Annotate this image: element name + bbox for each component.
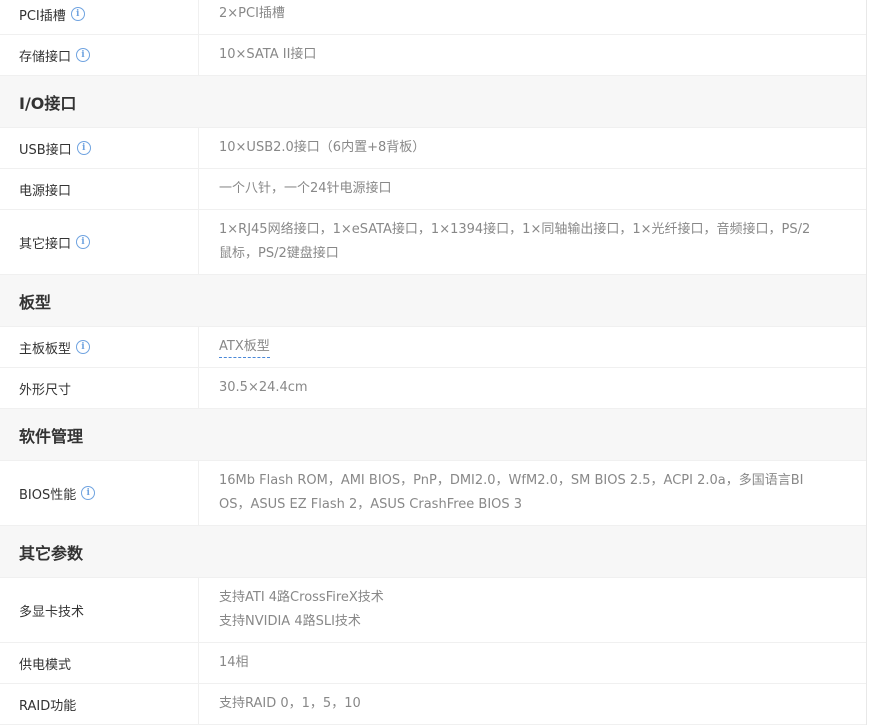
spec-row-pci-slots: PCI插槽 i 2×PCI插槽: [0, 0, 866, 35]
form-factor-link[interactable]: ATX板型: [219, 337, 270, 358]
spec-value: ATX板型: [199, 327, 866, 367]
spec-value-line: 支持ATI 4路CrossFireX技术: [219, 590, 384, 605]
spec-row-form-factor: 主板板型 i ATX板型: [0, 327, 866, 368]
spec-row-bios: BIOS性能 i 16Mb Flash ROM，AMI BIOS，PnP，DMI…: [0, 461, 866, 526]
spec-value-line: 16Mb Flash ROM，AMI BIOS，PnP，DMI2.0，WfM2.…: [219, 473, 804, 488]
spec-label: 电源接口: [0, 169, 199, 209]
spec-label: USB接口 i: [0, 128, 199, 168]
spec-label-text: RAID功能: [19, 698, 77, 714]
spec-row-raid: RAID功能 支持RAID 0，1，5，10: [0, 684, 866, 725]
spec-value-text: 2×PCI插槽: [219, 6, 285, 21]
info-icon[interactable]: i: [76, 235, 91, 249]
spec-label-text: 存储接口: [19, 49, 72, 65]
spec-row-power-phase: 供电模式 14相: [0, 643, 866, 684]
spec-value-text: 支持RAID 0，1，5，10: [219, 696, 361, 711]
spec-label-text: 主板板型: [19, 341, 72, 357]
spec-value: 1×RJ45网络接口，1×eSATA接口，1×1394接口，1×同轴输出接口，1…: [199, 210, 866, 274]
info-icon[interactable]: i: [70, 7, 85, 21]
section-header-other: 其它参数: [0, 526, 866, 578]
spec-label: 多显卡技术: [0, 578, 199, 642]
info-icon[interactable]: i: [76, 340, 91, 354]
spec-label-text: 电源接口: [19, 183, 72, 199]
spec-value-line: 1×RJ45网络接口，1×eSATA接口，1×1394接口，1×同轴输出接口，1…: [219, 222, 811, 237]
spec-label: PCI插槽 i: [0, 0, 199, 34]
spec-label: RAID功能: [0, 684, 199, 724]
info-icon[interactable]: i: [76, 48, 91, 62]
spec-label-text: 多显卡技术: [19, 604, 85, 620]
spec-row-dimensions: 外形尺寸 30.5×24.4cm: [0, 368, 866, 409]
spec-value-line: OS，ASUS EZ Flash 2，ASUS CrashFree BIOS 3: [219, 497, 523, 512]
spec-row-other-ports: 其它接口 i 1×RJ45网络接口，1×eSATA接口，1×1394接口，1×同…: [0, 210, 866, 275]
info-icon[interactable]: i: [76, 141, 91, 155]
spec-label: 主板板型 i: [0, 327, 199, 367]
spec-value-text: 10×SATA II接口: [219, 47, 317, 62]
spec-value-text: 30.5×24.4cm: [219, 380, 308, 395]
spec-value: 10×USB2.0接口（6内置+8背板）: [199, 128, 866, 168]
section-header-software: 软件管理: [0, 409, 866, 461]
spec-label-text: PCI插槽: [19, 8, 66, 24]
section-header-io: I/O接口: [0, 76, 866, 128]
spec-table: PCI插槽 i 2×PCI插槽 存储接口 i 10×SATA II接口 I/O接…: [0, 0, 867, 725]
spec-value: 支持ATI 4路CrossFireX技术 支持NVIDIA 4路SLI技术: [199, 578, 866, 642]
spec-value: 10×SATA II接口: [199, 35, 866, 75]
spec-value-line: 支持NVIDIA 4路SLI技术: [219, 614, 361, 629]
spec-value-text: 14相: [219, 655, 249, 670]
spec-row-usb: USB接口 i 10×USB2.0接口（6内置+8背板）: [0, 128, 866, 169]
spec-label: 外形尺寸: [0, 368, 199, 408]
spec-label: 存储接口 i: [0, 35, 199, 75]
spec-label-text: 供电模式: [19, 657, 72, 673]
spec-value: 一个八针，一个24针电源接口: [199, 169, 866, 209]
info-icon[interactable]: i: [81, 486, 96, 500]
spec-label: 供电模式: [0, 643, 199, 683]
spec-value: 2×PCI插槽: [199, 0, 866, 34]
spec-value: 支持RAID 0，1，5，10: [199, 684, 866, 724]
section-header-board: 板型: [0, 275, 866, 327]
spec-label-text: 外形尺寸: [19, 382, 72, 398]
spec-row-power-connector: 电源接口 一个八针，一个24针电源接口: [0, 169, 866, 210]
spec-label-text: USB接口: [19, 142, 72, 158]
spec-label-text: 其它接口: [19, 236, 72, 252]
spec-label-text: BIOS性能: [19, 487, 77, 503]
spec-row-multi-gpu: 多显卡技术 支持ATI 4路CrossFireX技术 支持NVIDIA 4路SL…: [0, 578, 866, 643]
spec-value-text: 10×USB2.0接口（6内置+8背板）: [219, 140, 426, 155]
spec-row-storage: 存储接口 i 10×SATA II接口: [0, 35, 866, 76]
spec-value-text: 一个八针，一个24针电源接口: [219, 181, 392, 196]
spec-label: 其它接口 i: [0, 210, 199, 274]
spec-value: 16Mb Flash ROM，AMI BIOS，PnP，DMI2.0，WfM2.…: [199, 461, 866, 525]
spec-label: BIOS性能 i: [0, 461, 199, 525]
spec-value-line: 鼠标，PS/2键盘接口: [219, 246, 339, 261]
spec-value: 30.5×24.4cm: [199, 368, 866, 408]
spec-value: 14相: [199, 643, 866, 683]
